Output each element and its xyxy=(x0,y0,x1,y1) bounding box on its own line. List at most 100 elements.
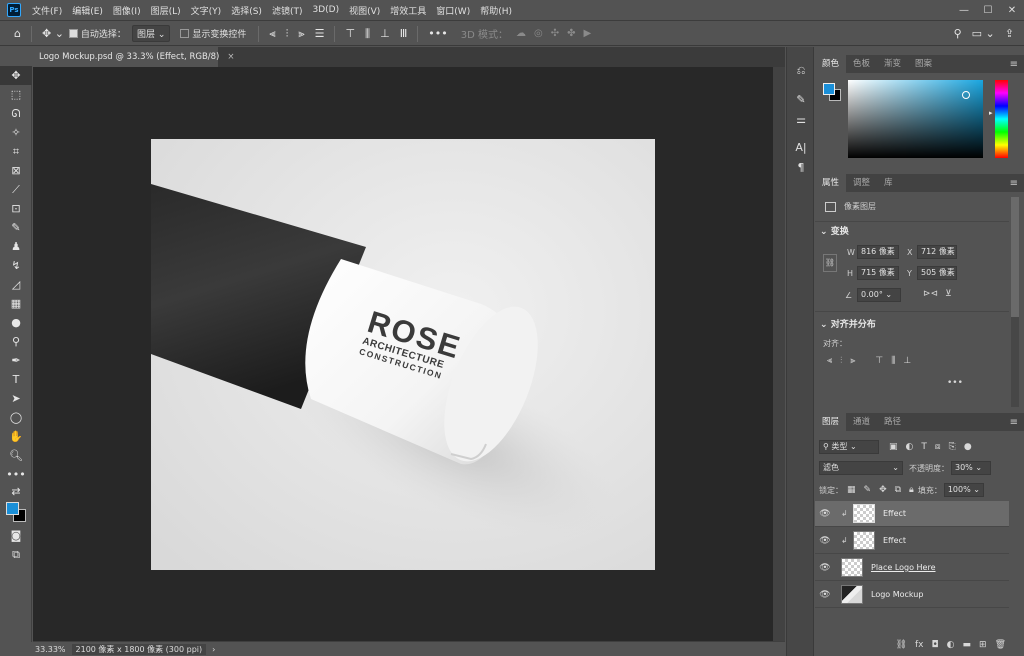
hand-tool-icon[interactable]: ✋ xyxy=(0,427,32,446)
align-right-edges-icon[interactable]: ⫸ xyxy=(298,27,304,41)
layer-row[interactable]: 👁︎ ↲ Effect xyxy=(815,528,1009,554)
menu-plugins[interactable]: 增效工具 xyxy=(385,4,431,17)
align-bottom-edges-icon[interactable]: ⊥ xyxy=(380,27,390,40)
menu-select[interactable]: 选择(S) xyxy=(226,4,267,17)
marquee-tool-icon[interactable]: ⬚ xyxy=(0,85,32,104)
angle-field[interactable]: 0.00° ⌄ xyxy=(857,288,901,302)
swap-colors-icon[interactable]: ⇄ xyxy=(0,484,32,498)
path-selection-tool-icon[interactable]: ➤ xyxy=(0,389,32,408)
fill-field[interactable]: 100% ⌄ xyxy=(943,483,984,497)
crop-tool-icon[interactable]: ⌗ xyxy=(0,142,32,161)
zoom-tool-icon[interactable]: 🔍︎ xyxy=(0,446,32,465)
auto-select-checkbox[interactable] xyxy=(68,29,78,38)
3d-camera-icon[interactable]: ▶ xyxy=(584,28,592,39)
align-right-icon[interactable]: ⫸ xyxy=(850,356,855,366)
blur-tool-icon[interactable]: ● xyxy=(0,313,32,332)
layer-effects-icon[interactable]: fx xyxy=(915,640,924,650)
share-icon[interactable]: ⇪ xyxy=(1005,27,1014,40)
distribute-vertical-icon[interactable]: Ⅲ xyxy=(400,27,408,40)
tab-libraries[interactable]: 库 xyxy=(877,174,900,192)
opacity-field[interactable]: 30% ⌄ xyxy=(951,461,991,475)
menu-filter[interactable]: 滤镜(T) xyxy=(267,4,308,17)
pen-tool-icon[interactable]: ✒ xyxy=(0,351,32,370)
search-icon[interactable]: ⚲ xyxy=(954,27,962,40)
document-tab[interactable]: Logo Mockup.psd @ 33.3% (Effect, RGB/8) … xyxy=(33,47,234,67)
distribute-icon[interactable]: ☰ xyxy=(315,27,325,40)
delete-layer-icon[interactable]: 🗑︎ xyxy=(995,640,1006,650)
tab-adjustments[interactable]: 调整 xyxy=(846,174,877,192)
color-swatches[interactable] xyxy=(0,498,32,526)
lock-transparent-icon[interactable]: ▦ xyxy=(847,485,856,495)
menu-view[interactable]: 视图(V) xyxy=(344,4,385,17)
align-middle-icon[interactable]: ⫼ xyxy=(891,356,895,366)
tab-gradients[interactable]: 渐变 xyxy=(877,55,908,73)
color-picker-cursor[interactable] xyxy=(962,91,970,99)
lock-artboard-icon[interactable]: ⧉ xyxy=(895,485,901,495)
align-left-edges-icon[interactable]: ⫷ xyxy=(269,27,275,41)
menu-window[interactable]: 窗口(W) xyxy=(431,4,475,17)
filter-pixel-icon[interactable]: ▣ xyxy=(889,442,898,452)
3d-orbit-icon[interactable]: ☁ xyxy=(516,28,526,39)
filter-type-icon[interactable]: T xyxy=(921,442,927,452)
more-options-icon[interactable]: ••• xyxy=(428,27,447,40)
close-button[interactable]: ✕ xyxy=(1000,5,1024,16)
visibility-eye-icon[interactable]: 👁︎ xyxy=(815,509,835,519)
more-tools-icon[interactable]: ••• xyxy=(0,465,32,484)
add-mask-icon[interactable]: ◘ xyxy=(932,640,939,650)
healing-brush-tool-icon[interactable]: ⊡ xyxy=(0,199,32,218)
status-menu-arrow[interactable]: › xyxy=(212,645,215,654)
layer-name[interactable]: Effect xyxy=(883,509,906,518)
gradient-tool-icon[interactable]: ▦ xyxy=(0,294,32,313)
clone-stamp-tool-icon[interactable]: ♟ xyxy=(0,237,32,256)
panel-menu-icon[interactable]: ≡ xyxy=(1010,417,1018,428)
adjustment-layer-icon[interactable]: ◐ xyxy=(947,640,955,650)
flip-horizontal-icon[interactable]: ⊳⊲ xyxy=(923,289,938,299)
move-tool-icon[interactable]: ✥ ⌄ xyxy=(42,27,64,40)
new-group-icon[interactable]: ▬ xyxy=(963,640,972,650)
document-canvas[interactable]: ROSE ARCHITECTURE CONSTRUCTION xyxy=(151,139,655,570)
properties-scrollbar[interactable] xyxy=(1011,197,1019,407)
adjustments-icon[interactable]: ⚌ xyxy=(787,109,815,129)
menu-3d[interactable]: 3D(D) xyxy=(307,5,344,15)
tab-color[interactable]: 颜色 xyxy=(815,55,847,73)
layer-name[interactable]: Logo Mockup xyxy=(871,590,923,599)
tab-paths[interactable]: 路径 xyxy=(877,413,908,431)
link-layers-icon[interactable]: ⛓ xyxy=(896,640,907,650)
align-top-edges-icon[interactable]: ⊤ xyxy=(345,27,355,40)
color-picker-field[interactable] xyxy=(848,80,983,158)
brush-tool-icon[interactable]: ✎ xyxy=(0,218,32,237)
move-tool-icon[interactable]: ✥ xyxy=(0,66,32,85)
frame-tool-icon[interactable]: ⊠ xyxy=(0,161,32,180)
tab-patterns[interactable]: 图案 xyxy=(908,55,939,73)
flip-vertical-icon[interactable]: ⊻ xyxy=(945,289,952,299)
y-field[interactable]: 505 像素 xyxy=(917,266,957,280)
menu-edit[interactable]: 编辑(E) xyxy=(67,4,108,17)
minimize-button[interactable]: — xyxy=(952,5,976,16)
close-tab-icon[interactable]: × xyxy=(227,52,234,62)
dodge-tool-icon[interactable]: ⚲ xyxy=(0,332,32,351)
x-field[interactable]: 712 像素 xyxy=(917,245,957,259)
hue-slider[interactable] xyxy=(995,80,1008,158)
align-bottom-icon[interactable]: ⊥ xyxy=(903,356,911,366)
layer-row[interactable]: 👁︎ Place Logo Here xyxy=(815,555,1009,581)
eraser-tool-icon[interactable]: ◿ xyxy=(0,275,32,294)
lock-image-icon[interactable]: ✎ xyxy=(864,485,872,495)
filter-smart-object-icon[interactable]: ⎘ xyxy=(949,442,956,452)
tab-properties[interactable]: 属性 xyxy=(815,174,847,192)
layer-name[interactable]: Effect xyxy=(883,536,906,545)
visibility-eye-icon[interactable]: 👁︎ xyxy=(815,563,835,573)
menu-layer[interactable]: 图层(L) xyxy=(146,4,186,17)
screen-mode-icon[interactable]: ⧉ xyxy=(0,545,32,564)
menu-type[interactable]: 文字(Y) xyxy=(186,4,227,17)
history-panel-icon[interactable]: ⎌ xyxy=(787,61,815,81)
layer-filter-dropdown[interactable]: ⚲ 类型 ⌄ xyxy=(819,440,879,454)
new-layer-icon[interactable]: ⊞ xyxy=(979,640,987,650)
lock-position-icon[interactable]: ✥ xyxy=(879,485,887,495)
align-top-icon[interactable]: ⊤ xyxy=(875,356,883,366)
align-left-icon[interactable]: ⫷ xyxy=(827,356,832,366)
type-tool-icon[interactable]: T xyxy=(0,370,32,389)
character-panel-icon[interactable]: A| xyxy=(787,137,815,157)
panel-foreground-swatch[interactable] xyxy=(823,83,835,95)
visibility-eye-icon[interactable]: 👁︎ xyxy=(815,536,835,546)
filter-toggle-icon[interactable]: ● xyxy=(964,442,972,452)
